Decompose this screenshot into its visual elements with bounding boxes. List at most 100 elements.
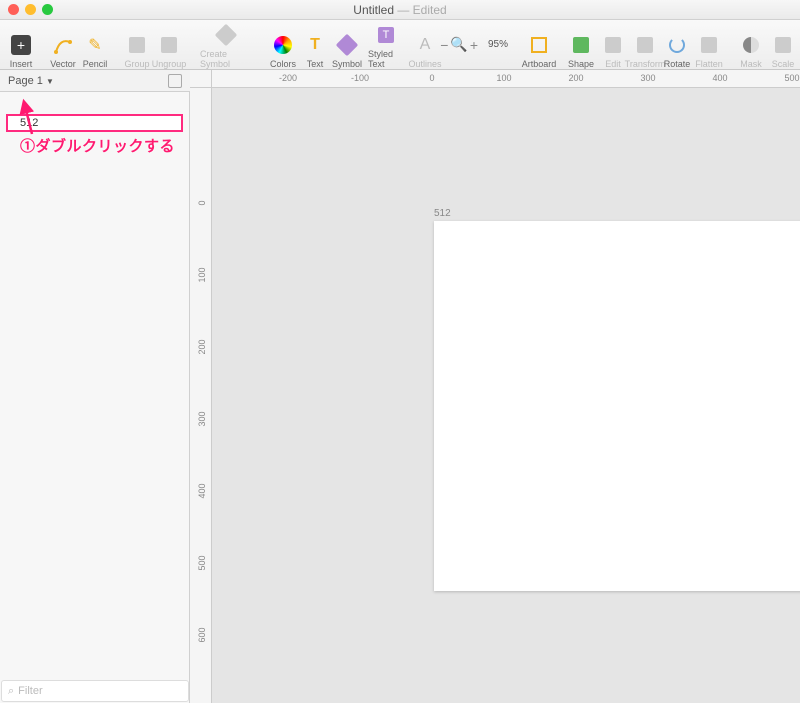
ruler-tick: -200 — [279, 73, 297, 83]
group-label: Group — [125, 59, 150, 69]
page-label: Page 1 ▼ — [8, 75, 54, 87]
transform-icon — [634, 34, 656, 56]
flatten-label: Flatten — [695, 59, 723, 69]
vertical-ruler: 0 100 200 300 400 500 600 — [190, 88, 212, 703]
ruler-tick: 0 — [429, 73, 434, 83]
artboard-512[interactable] — [434, 221, 800, 591]
colors-icon — [272, 34, 294, 56]
zoom-out-icon[interactable]: − — [440, 37, 448, 53]
vector-label: Vector — [50, 59, 76, 69]
edit-button[interactable]: Edit — [598, 21, 628, 69]
symbol-label: Symbol — [332, 59, 362, 69]
filter-placeholder: Filter — [18, 685, 42, 697]
canvas-area: -200 -100 0 100 200 300 400 500 0 100 20… — [190, 70, 800, 703]
create-symbol-label: Create Symbol — [200, 49, 252, 69]
text-icon: T — [304, 34, 326, 56]
transform-label: Transform — [625, 59, 666, 69]
transform-button[interactable]: Transform — [630, 21, 660, 69]
styled-text-label: Styled Text — [368, 49, 404, 69]
page-selector[interactable]: Page 1 ▼ — [0, 70, 190, 92]
ruler-tick: 200 — [197, 337, 207, 357]
zoom-window-button[interactable] — [42, 4, 53, 15]
shape-button[interactable]: Shape — [566, 21, 596, 69]
text-button[interactable]: T Text — [300, 21, 330, 69]
mask-label: Mask — [740, 59, 762, 69]
edited-indicator: — Edited — [397, 3, 446, 17]
styled-text-button[interactable]: T Styled Text — [364, 21, 408, 69]
window-title: Untitled — Edited — [353, 3, 446, 17]
group-button[interactable]: Group — [122, 21, 152, 69]
scale-icon — [772, 34, 794, 56]
artboard-button[interactable]: Artboard — [524, 21, 554, 69]
flatten-icon — [698, 34, 720, 56]
outlines-icon: A — [414, 34, 436, 56]
insert-button[interactable]: + Insert — [6, 21, 36, 69]
scale-label: Scale — [772, 59, 795, 69]
symbol-button[interactable]: Symbol — [332, 21, 362, 69]
artboard-name-label[interactable]: 512 — [434, 208, 451, 219]
create-symbol-button[interactable]: Create Symbol — [196, 21, 256, 69]
rotate-icon — [666, 34, 688, 56]
zoom-control[interactable]: − 🔍 + — [452, 36, 482, 53]
ungroup-button[interactable]: Ungroup — [154, 21, 184, 69]
styled-text-icon: T — [375, 24, 397, 46]
layers-panel: Page 1 ▼ 512 ⌕ Filter — [0, 70, 190, 703]
close-window-button[interactable] — [8, 4, 19, 15]
ruler-tick: 100 — [496, 73, 511, 83]
ruler-tick: 400 — [197, 481, 207, 501]
pencil-button[interactable]: ✎ Pencil — [80, 21, 110, 69]
symbol-icon — [336, 34, 358, 56]
ruler-tick: 100 — [197, 265, 207, 285]
mask-button[interactable]: Mask — [736, 21, 766, 69]
rotate-button[interactable]: Rotate — [662, 21, 692, 69]
pencil-icon: ✎ — [84, 34, 106, 56]
shape-icon — [570, 34, 592, 56]
colors-button[interactable]: Colors — [268, 21, 298, 69]
insert-label: Insert — [10, 59, 33, 69]
vector-button[interactable]: Vector — [48, 21, 78, 69]
text-label: Text — [307, 59, 324, 69]
edit-icon — [602, 34, 624, 56]
ruler-tick: 500 — [784, 73, 799, 83]
rotate-label: Rotate — [664, 59, 691, 69]
ungroup-label: Ungroup — [152, 59, 187, 69]
ruler-tick: 0 — [197, 193, 207, 213]
zoom-value: 95% — [488, 39, 508, 50]
ungroup-icon — [158, 34, 180, 56]
vector-icon — [52, 34, 74, 56]
ruler-tick: 300 — [197, 409, 207, 429]
traffic-lights — [0, 4, 53, 15]
artboard-icon — [528, 34, 550, 56]
zoom-in-icon[interactable]: + — [470, 37, 478, 53]
ruler-tick: 600 — [197, 625, 207, 645]
canvas[interactable]: 512 — [212, 88, 800, 703]
create-symbol-icon — [215, 24, 237, 46]
page-options-icon[interactable] — [168, 74, 182, 88]
ruler-tick: 300 — [640, 73, 655, 83]
colors-label: Colors — [270, 59, 296, 69]
ruler-tick: -100 — [351, 73, 369, 83]
ruler-tick: 200 — [568, 73, 583, 83]
outlines-label: Outlines — [408, 59, 441, 69]
minimize-window-button[interactable] — [25, 4, 36, 15]
document-name: Untitled — [353, 3, 394, 17]
ruler-corner — [190, 70, 212, 88]
zoom-icon: 🔍 — [450, 36, 467, 53]
main-toolbar: + Insert Vector ✎ Pencil Group Ungroup C… — [0, 20, 800, 70]
shape-label: Shape — [568, 59, 594, 69]
outlines-button[interactable]: A Outlines — [410, 21, 440, 69]
artboard-label: Artboard — [522, 59, 557, 69]
mask-icon — [740, 34, 762, 56]
annotation-text: ①ダブルクリックする — [20, 135, 175, 156]
zoom-percent[interactable]: 95% — [484, 21, 512, 69]
filter-input[interactable]: ⌕ Filter — [1, 680, 189, 702]
pencil-label: Pencil — [83, 59, 108, 69]
search-icon: ⌕ — [8, 685, 14, 698]
ruler-tick: 400 — [712, 73, 727, 83]
insert-icon: + — [10, 34, 32, 56]
ruler-tick: 500 — [197, 553, 207, 573]
scale-button[interactable]: Scale — [768, 21, 798, 69]
flatten-button[interactable]: Flatten — [694, 21, 724, 69]
window-titlebar: Untitled — Edited — [0, 0, 800, 20]
group-icon — [126, 34, 148, 56]
